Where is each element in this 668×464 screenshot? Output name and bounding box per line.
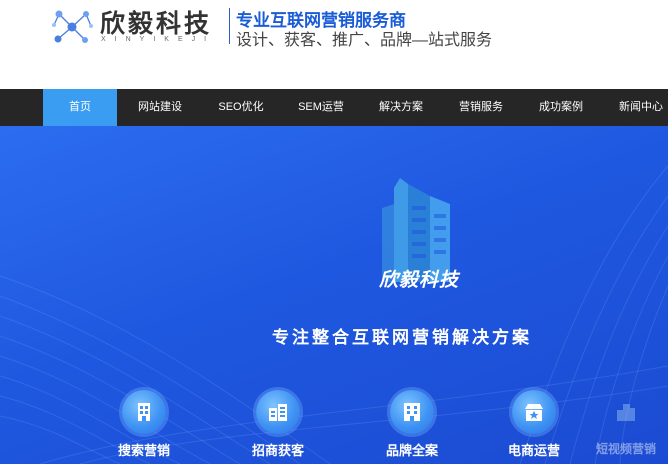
service-label: 搜索营销	[117, 443, 170, 458]
nav-item-home[interactable]: 首页	[43, 89, 117, 126]
service-investment-leads[interactable]: 招商获客	[228, 388, 328, 464]
building-icon	[122, 390, 166, 434]
nav-item-news[interactable]: 新闻中心	[603, 89, 668, 126]
service-short-video[interactable]: 短视频营销	[576, 388, 668, 464]
buildings-icon	[256, 390, 300, 434]
service-label: 招商获客	[251, 443, 304, 458]
nav-item-services[interactable]: 营销服务	[443, 89, 519, 126]
site-header: 欣毅科技 XINYIKEJI 专业互联网营销服务商 设计、获客、推广、品牌—站式…	[0, 0, 668, 89]
nav-item-solutions[interactable]: 解决方案	[363, 89, 439, 126]
city-icon	[604, 390, 648, 434]
service-ecommerce[interactable]: 电商运营	[484, 388, 584, 464]
logo-name[interactable]: 欣毅科技	[100, 4, 212, 40]
nav-item-website[interactable]: 网站建设	[122, 89, 198, 126]
office-icon	[390, 390, 434, 434]
nav-item-seo[interactable]: SEO优化	[203, 89, 279, 126]
logo-romanized: XINYIKEJI	[101, 36, 216, 43]
page: 欣毅科技 XINYIKEJI 专业互联网营销服务商 设计、获客、推广、品牌—站式…	[0, 0, 668, 464]
molecule-network-icon[interactable]	[50, 6, 94, 48]
service-brand-plan[interactable]: 品牌全案	[362, 388, 462, 464]
service-label: 短视频营销	[595, 442, 656, 456]
slogan-sub: 设计、获客、推广、品牌—站式服务	[236, 32, 493, 49]
banner-brand: 欣毅科技	[378, 269, 459, 291]
header-divider	[229, 8, 230, 44]
nav-item-cases[interactable]: 成功案例	[523, 89, 599, 126]
main-nav: 首页 网站建设 SEO优化 SEM运营 解决方案 营销服务 成功案例 新闻中心	[0, 89, 668, 126]
service-label: 电商运营	[507, 443, 560, 458]
store-icon	[512, 390, 556, 434]
service-label: 品牌全案	[385, 443, 438, 458]
service-search-marketing[interactable]: 搜索营销	[94, 388, 194, 464]
hero-banner[interactable]: 欣毅科技 专注整合互联网营销解决方案 搜索营销 招商获客 品牌全案 电商运营 短…	[0, 126, 668, 464]
nav-item-sem[interactable]: SEM运营	[283, 89, 359, 126]
banner-tagline: 专注整合互联网营销解决方案	[272, 328, 532, 347]
